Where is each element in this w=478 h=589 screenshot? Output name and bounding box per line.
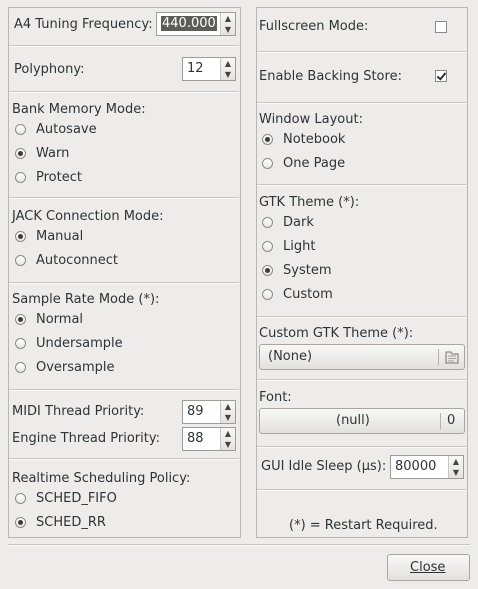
engine-priority-spinbox[interactable]: 88 ▲ ▼	[182, 427, 236, 451]
radio-oversample[interactable]	[15, 362, 26, 373]
a4-tuning-spinbox[interactable]: 440.000 ▲ ▼	[156, 12, 236, 36]
radio-protect-label[interactable]: Protect	[36, 170, 82, 186]
spin-up-icon[interactable]: ▲	[223, 428, 233, 439]
font-name: (null)	[336, 413, 370, 428]
midi-priority-spinbox[interactable]: 89 ▲ ▼	[182, 400, 236, 424]
bank-memory-title: Bank Memory Mode:	[12, 102, 146, 117]
spin-down-icon[interactable]: ▼	[223, 69, 233, 80]
radio-autoconnect-label[interactable]: Autoconnect	[36, 253, 118, 269]
radio-normal[interactable]	[15, 314, 26, 325]
backing-store-checkbox[interactable]	[435, 70, 447, 82]
spin-down-icon[interactable]: ▼	[451, 467, 461, 478]
font-button[interactable]: (null) 0	[259, 408, 465, 434]
radio-normal-label[interactable]: Normal	[36, 312, 83, 328]
radio-manual[interactable]	[15, 231, 26, 242]
radio-notebook[interactable]	[262, 134, 273, 145]
jack-mode-title: JACK Connection Mode:	[12, 209, 164, 224]
font-size: 0	[447, 413, 456, 428]
spin-up-icon[interactable]: ▲	[223, 58, 233, 69]
custom-theme-title: Custom GTK Theme (*):	[259, 326, 414, 341]
radio-one-page-label[interactable]: One Page	[283, 156, 345, 172]
spin-down-icon[interactable]: ▼	[223, 412, 233, 423]
idle-sleep-value: 80000	[395, 459, 437, 474]
polyphony-stepper[interactable]: ▲ ▼	[220, 58, 235, 80]
fullscreen-checkbox[interactable]	[435, 21, 447, 33]
idle-sleep-spinbox[interactable]: 80000 ▲ ▼	[390, 455, 464, 479]
radio-sched-fifo[interactable]	[15, 493, 26, 504]
radio-custom-label[interactable]: Custom	[283, 287, 333, 303]
radio-undersample-label[interactable]: Undersample	[36, 336, 123, 352]
radio-sched-rr[interactable]	[15, 517, 26, 528]
spin-up-icon[interactable]: ▲	[223, 13, 233, 24]
a4-tuning-label: A4 Tuning Frequency:	[14, 17, 153, 32]
polyphony-label: Polyphony:	[14, 62, 85, 77]
radio-protect[interactable]	[15, 172, 26, 183]
radio-oversample-label[interactable]: Oversample	[36, 360, 115, 376]
window-layout-title: Window Layout:	[259, 112, 363, 127]
spin-down-icon[interactable]: ▼	[223, 439, 233, 450]
polyphony-value: 12	[187, 61, 204, 76]
radio-sched-fifo-label[interactable]: SCHED_FIFO	[36, 491, 117, 507]
radio-custom[interactable]	[262, 289, 273, 300]
backing-store-label: Enable Backing Store:	[259, 69, 402, 84]
spin-up-icon[interactable]: ▲	[223, 401, 233, 412]
radio-autosave-label[interactable]: Autosave	[36, 122, 97, 138]
radio-notebook-label[interactable]: Notebook	[283, 132, 345, 148]
polyphony-spinbox[interactable]: 12 ▲ ▼	[182, 57, 236, 81]
close-button-label: Close	[410, 560, 446, 575]
fullscreen-label: Fullscreen Mode:	[259, 19, 369, 34]
engine-priority-label: Engine Thread Priority:	[12, 431, 160, 446]
engine-priority-stepper[interactable]: ▲ ▼	[220, 428, 235, 450]
radio-system[interactable]	[262, 265, 273, 276]
radio-manual-label[interactable]: Manual	[36, 229, 83, 245]
realtime-policy-title: Realtime Scheduling Policy:	[12, 471, 191, 486]
sample-rate-title: Sample Rate Mode (*):	[12, 292, 160, 307]
radio-warn-label[interactable]: Warn	[36, 146, 69, 162]
restart-note: (*) = Restart Required.	[289, 518, 438, 533]
radio-sched-rr-label[interactable]: SCHED_RR	[36, 515, 106, 531]
radio-light-label[interactable]: Light	[283, 239, 315, 255]
custom-theme-value: (None)	[268, 349, 313, 364]
a4-tuning-value: 440.000	[161, 16, 217, 31]
spin-up-icon[interactable]: ▲	[451, 456, 461, 467]
radio-autosave[interactable]	[15, 124, 26, 135]
gtk-theme-title: GTK Theme (*):	[259, 195, 360, 210]
radio-system-label[interactable]: System	[283, 263, 331, 279]
midi-priority-value: 89	[187, 404, 204, 419]
radio-warn[interactable]	[15, 148, 26, 159]
radio-dark-label[interactable]: Dark	[283, 215, 314, 231]
radio-light[interactable]	[262, 241, 273, 252]
file-open-icon	[445, 351, 459, 364]
custom-theme-file-button[interactable]: (None)	[259, 344, 465, 370]
idle-sleep-stepper[interactable]: ▲ ▼	[448, 456, 463, 478]
midi-priority-label: MIDI Thread Priority:	[12, 404, 145, 419]
engine-priority-value: 88	[187, 431, 204, 446]
font-title: Font:	[259, 390, 292, 405]
close-button[interactable]: Close	[387, 554, 470, 581]
radio-autoconnect[interactable]	[15, 255, 26, 266]
radio-one-page[interactable]	[262, 158, 273, 169]
spin-down-icon[interactable]: ▼	[223, 24, 233, 35]
radio-dark[interactable]	[262, 217, 273, 228]
idle-sleep-label: GUI Idle Sleep (µs):	[261, 459, 387, 474]
radio-undersample[interactable]	[15, 338, 26, 349]
midi-priority-stepper[interactable]: ▲ ▼	[220, 401, 235, 423]
a4-tuning-stepper[interactable]: ▲ ▼	[220, 13, 235, 35]
